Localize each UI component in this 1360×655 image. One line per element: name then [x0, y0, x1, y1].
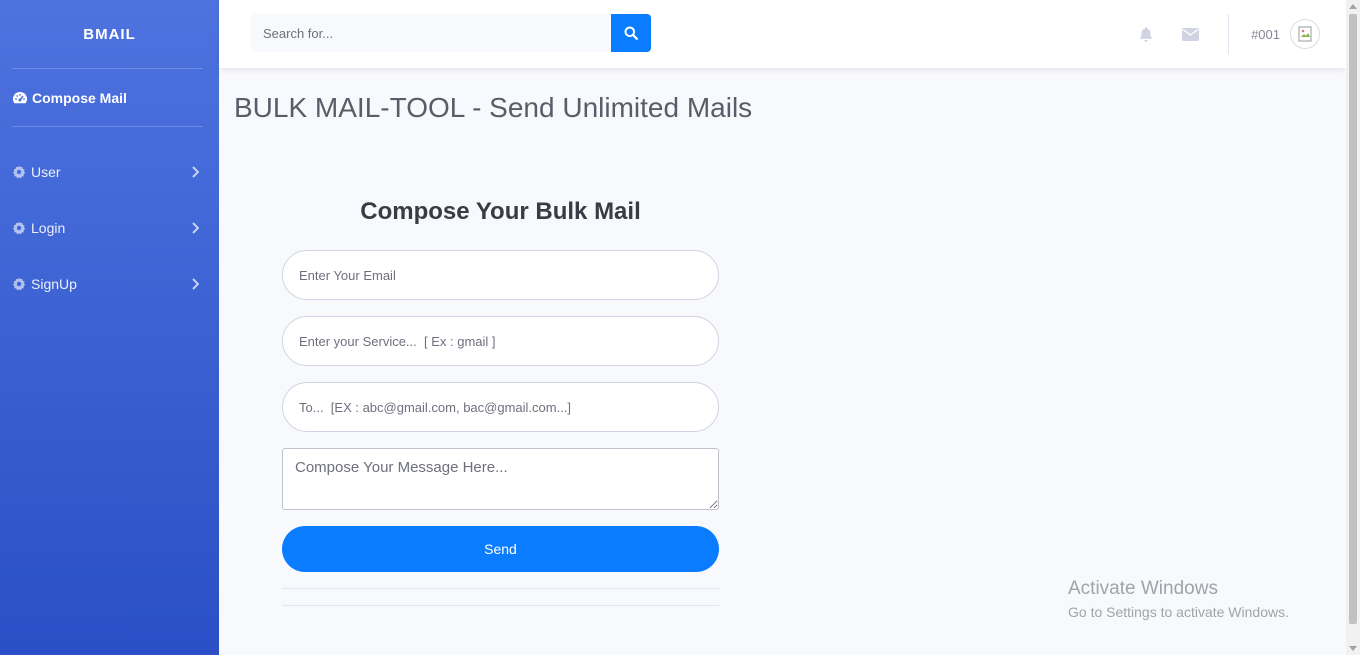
sidebar-item-compose-mail[interactable]: Compose Mail — [0, 69, 219, 126]
sidebar-item-label: SignUp — [31, 276, 77, 292]
envelope-icon[interactable] — [1168, 27, 1212, 41]
scroll-up-arrow-icon[interactable] — [1349, 4, 1357, 9]
user-id[interactable]: #001 — [1251, 27, 1280, 42]
sidebar-item-label: Compose Mail — [32, 89, 127, 106]
topbar-divider — [1228, 14, 1230, 54]
scrollbar-thumb[interactable] — [1349, 14, 1357, 624]
dashboard-icon — [12, 91, 28, 105]
watermark-title: Activate Windows — [1068, 578, 1218, 599]
topbar-actions: #001 — [1124, 0, 1346, 68]
email-field[interactable] — [282, 250, 719, 300]
broken-image-icon — [1298, 26, 1312, 42]
chevron-right-icon — [191, 278, 199, 290]
sidebar-item-label: User — [31, 164, 61, 180]
scroll-down-arrow-icon[interactable] — [1349, 646, 1357, 651]
message-textarea[interactable] — [282, 448, 719, 510]
send-button[interactable]: Send — [282, 526, 719, 572]
brand-logo[interactable]: BMAIL — [0, 0, 219, 68]
search-icon — [624, 26, 638, 40]
cog-icon — [12, 165, 26, 179]
sidebar-item-label: Login — [31, 220, 66, 236]
sidebar: BMAIL Compose Mail User Login SignUp — [0, 0, 219, 655]
topbar: #001 — [219, 0, 1346, 68]
service-field[interactable] — [282, 316, 719, 366]
chevron-right-icon — [191, 222, 199, 234]
avatar[interactable] — [1290, 19, 1320, 49]
divider — [282, 605, 719, 606]
search-bar — [251, 14, 651, 52]
sidebar-item-signup[interactable]: SignUp — [0, 256, 219, 312]
cog-icon — [12, 221, 26, 235]
cog-icon — [12, 277, 26, 291]
search-input[interactable] — [251, 14, 611, 52]
watermark-subtitle: Go to Settings to activate Windows. — [1068, 604, 1289, 620]
divider — [282, 588, 719, 589]
sidebar-item-login[interactable]: Login — [0, 200, 219, 256]
recipients-field[interactable] — [282, 382, 719, 432]
search-button[interactable] — [611, 14, 651, 52]
form-title: Compose Your Bulk Mail — [360, 198, 641, 225]
page-title: BULK MAIL-TOOL - Send Unlimited Mails — [234, 92, 753, 123]
windows-activation-watermark: Activate Windows Go to Settings to activ… — [1068, 578, 1289, 620]
sidebar-item-user[interactable]: User — [0, 144, 219, 200]
scrollbar[interactable] — [1346, 0, 1360, 655]
bell-icon[interactable] — [1124, 26, 1168, 42]
chevron-right-icon — [191, 166, 199, 178]
